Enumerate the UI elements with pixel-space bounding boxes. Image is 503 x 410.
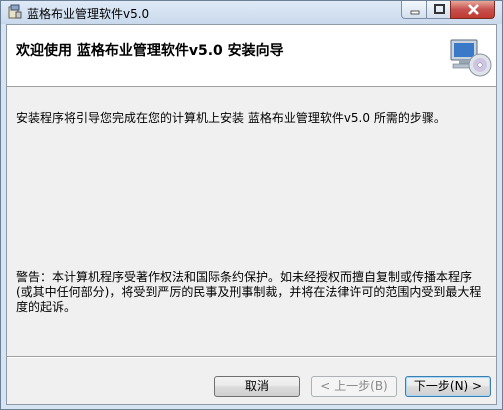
wizard-header: 欢迎使用 蓝格布业管理软件v5.0 安装向导 (7, 25, 496, 87)
wizard-body: 欢迎使用 蓝格布业管理软件v5.0 安装向导 安装程序将引导您完成在您的计算机上… (6, 24, 497, 405)
setup-computer-icon (450, 39, 492, 77)
cancel-button[interactable]: 取消 (214, 376, 300, 397)
minimize-icon (410, 10, 420, 15)
maximize-button[interactable] (426, 1, 451, 19)
copyright-warning: 警告：本计算机程序受著作权法和国际条约保护。如未经授权而擅自复制或传播本程序(或… (16, 270, 482, 314)
close-icon (468, 4, 479, 15)
minimize-button[interactable] (401, 1, 427, 19)
back-button[interactable]: < 上一步(B) (311, 376, 397, 397)
installer-window: 蓝格布业管理软件v5.0 欢迎使用 蓝格布业管理软件v5.0 安装向导 安装程序… (0, 0, 503, 410)
installer-app-icon (8, 4, 22, 19)
maximize-icon (434, 4, 445, 14)
close-button[interactable] (450, 1, 495, 19)
intro-text: 安装程序将引导您完成在您的计算机上安装 蓝格布业管理软件v5.0 所需的步骤。 (16, 111, 446, 125)
title-bar[interactable]: 蓝格布业管理软件v5.0 (1, 1, 502, 24)
window-title: 蓝格布业管理软件v5.0 (27, 7, 150, 21)
next-button[interactable]: 下一步(N) > (405, 376, 491, 397)
page-title: 欢迎使用 蓝格布业管理软件v5.0 安装向导 (16, 43, 284, 59)
footer-divider (7, 356, 496, 358)
